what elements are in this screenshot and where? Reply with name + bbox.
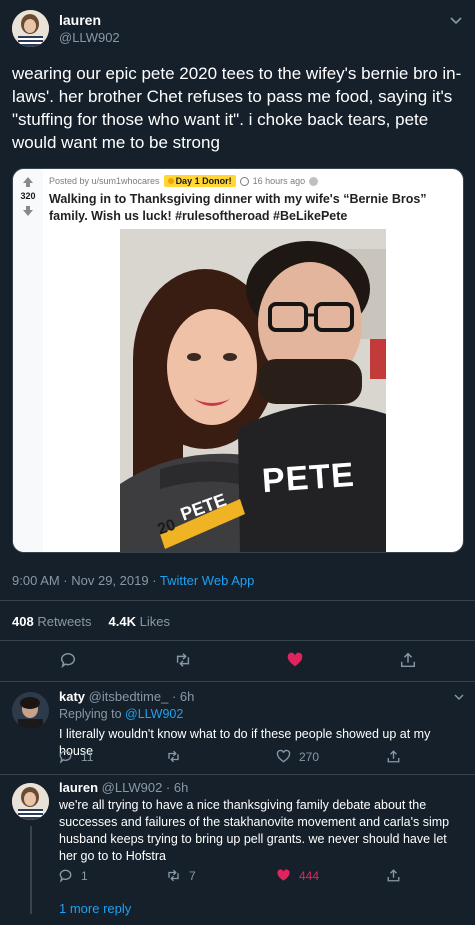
chevron-down-icon[interactable]	[448, 12, 464, 28]
posted-by[interactable]: Posted by u/sum1whocares	[49, 176, 160, 186]
reply-avatar[interactable]	[12, 692, 49, 729]
reply-author-handle[interactable]: @itsbedtime_	[89, 689, 169, 704]
replying-to: Replying to @LLW902	[59, 707, 183, 721]
reply-text: I literally wouldn't know what to do if …	[59, 727, 431, 758]
reply-author-name[interactable]: katy	[59, 689, 85, 704]
reply-avatar-image	[12, 692, 49, 729]
reply-time[interactable]: · 6h	[166, 780, 188, 795]
likes-metric[interactable]: 4.4K Likes	[109, 614, 170, 629]
post-score: 320	[20, 191, 36, 201]
reply-retweet-icon[interactable]	[166, 749, 181, 769]
heart-icon-filled	[277, 869, 290, 881]
retweet-icon[interactable]	[174, 651, 192, 674]
reply-text: we're all trying to have a nice thanksgi…	[59, 798, 450, 863]
avatar[interactable]	[12, 10, 49, 47]
reply-like-icon[interactable]: 444	[276, 868, 319, 883]
avatar-image	[12, 10, 49, 47]
reply-author-name[interactable]: lauren	[59, 780, 98, 795]
reply-author-handle[interactable]: @LLW902	[102, 780, 163, 795]
retweets-count: 408	[12, 614, 34, 629]
likes-count: 4.4K	[108, 614, 136, 629]
like-icon-filled[interactable]	[286, 651, 304, 674]
tweet-source[interactable]: Twitter Web App	[160, 573, 254, 588]
heart-icon	[276, 749, 291, 763]
award-label: Day 1 Donor!	[175, 176, 232, 186]
reply-retweet-icon[interactable]: 7	[166, 868, 196, 883]
post-time: 16 hours ago	[252, 176, 306, 186]
reply-reply-icon[interactable]: 1	[58, 868, 88, 883]
author-name[interactable]: lauren	[59, 12, 101, 28]
tweet-metrics: 408 Retweets 4.4K Likes	[12, 614, 170, 629]
reply-count: 11	[81, 749, 94, 764]
reply-avatar-image	[12, 783, 49, 820]
post-title[interactable]: Walking in to Thanksgiving dinner with m…	[49, 191, 454, 225]
reply-avatar[interactable]	[12, 783, 49, 820]
retweets-label: Retweets	[37, 614, 92, 629]
reply-icon[interactable]	[59, 651, 77, 674]
comment-icon	[59, 869, 72, 883]
reply-header: lauren @LLW902 · 6h	[59, 780, 188, 795]
author-handle[interactable]: @LLW902	[59, 30, 120, 45]
tweet-timestamp: 9:00 AM · Nov 29, 2019 · Twitter Web App	[12, 573, 254, 588]
divider	[0, 600, 475, 601]
reply-reply-icon[interactable]: 11	[58, 749, 93, 764]
reply-share-icon[interactable]	[386, 868, 401, 888]
replying-to-handle[interactable]: @LLW902	[125, 707, 183, 721]
chevron-down-icon[interactable]	[452, 690, 466, 704]
award-icon	[167, 178, 174, 184]
award-badge: Day 1 Donor!	[163, 175, 236, 187]
like-count: 270	[299, 749, 320, 764]
divider	[0, 774, 475, 775]
post-meta: Posted by u/sum1whocares Day 1 Donor! 16…	[49, 174, 319, 188]
share-icon[interactable]	[399, 651, 417, 674]
reply-share-icon[interactable]	[386, 749, 401, 769]
reply-like-icon[interactable]: 270	[276, 749, 319, 764]
silver-award-icon	[309, 176, 319, 186]
post-photo[interactable]: PETE PETE 20	[120, 229, 386, 552]
tweet-text: wearing our epic pete 2020 tees to the w…	[12, 64, 462, 152]
timestamp-text[interactable]: 9:00 AM · Nov 29, 2019 ·	[12, 573, 160, 588]
comment-icon	[59, 750, 72, 764]
more-replies-link[interactable]: 1 more reply	[59, 901, 131, 916]
likes-label: Likes	[139, 614, 170, 629]
divider	[0, 640, 475, 641]
downvote-icon[interactable]	[22, 204, 34, 222]
clock-icon	[239, 176, 249, 186]
retweet-count: 7	[189, 868, 196, 883]
vote-column	[13, 169, 43, 552]
retweets-metric[interactable]: 408 Retweets	[12, 614, 92, 629]
like-count: 444	[299, 868, 320, 883]
divider	[0, 681, 475, 682]
reply-time[interactable]: · 6h	[172, 689, 194, 704]
shirt-logo-man: PETE	[260, 455, 356, 501]
couple-photo	[120, 229, 386, 552]
reply-count: 1	[81, 868, 88, 883]
reply-header: katy @itsbedtime_ · 6h	[59, 689, 194, 704]
retweet-icon	[168, 869, 179, 882]
replying-to-prefix: Replying to	[59, 707, 126, 721]
tweet-media[interactable]: 320 Posted by u/sum1whocares Day 1 Donor…	[12, 168, 464, 553]
thread-line	[30, 826, 32, 914]
